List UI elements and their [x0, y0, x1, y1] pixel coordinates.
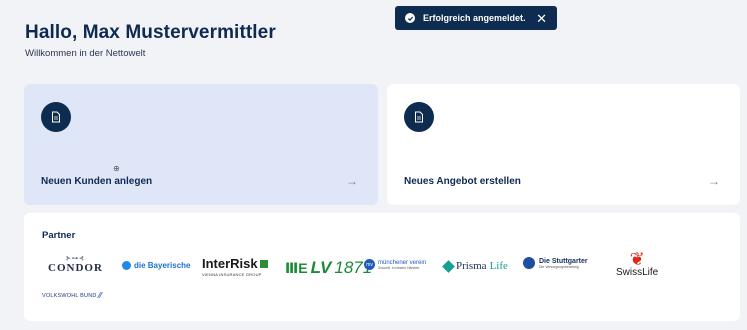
toast-message: Erfolgreich angemeldet.: [423, 13, 526, 23]
prisma-mark-icon: [442, 259, 455, 273]
swisslife-logo[interactable]: ❦ SwissLife: [616, 250, 658, 278]
stuttgarter-mark-icon: [523, 257, 535, 269]
card-label: Neuen Kunden anlegen: [41, 176, 153, 187]
muenchener-verein-logo[interactable]: mv münchener verein Zukunft. In besten H…: [364, 259, 426, 270]
partner-heading: Partner: [42, 230, 76, 241]
close-icon[interactable]: ✕: [536, 12, 547, 25]
arrow-right-icon: →: [346, 174, 358, 188]
document-icon: [41, 102, 71, 132]
logo-text: Prisma: [456, 260, 487, 272]
swisslife-mark-icon: ❦: [629, 249, 645, 269]
logo-text: Die Stuttgarter: [539, 257, 588, 265]
logo-text: SwissLife: [616, 267, 659, 278]
new-customer-card[interactable]: ⊕ Neuen Kunden anlegen →: [24, 84, 378, 205]
check-circle-icon: [405, 13, 415, 23]
logo-text: LV: [310, 258, 332, 277]
card-label: Neues Angebot erstellen: [404, 176, 521, 187]
mv-mark-icon: mv: [364, 259, 375, 270]
lv-mark-icon: ⅢE: [285, 259, 308, 276]
partner-section: Partner ⊱⊶⊰ CONDOR die Bayerische InterR…: [24, 213, 740, 321]
logo-text: CONDOR: [48, 262, 103, 274]
page-subtitle: Willkommen in der Nettowelt: [25, 48, 146, 59]
prismalife-logo[interactable]: Prisma Life: [442, 259, 508, 273]
interrisk-logo[interactable]: InterRisk VIENNA INSURANCE GROUP: [202, 256, 268, 277]
document-icon: [404, 102, 434, 132]
arrow-right-icon: →: [708, 174, 720, 188]
new-offer-card[interactable]: Neues Angebot erstellen →: [387, 84, 740, 205]
success-toast: Erfolgreich angemeldet. ✕: [395, 6, 557, 30]
logo-text: VOLKSWOHL BUND: [42, 292, 97, 299]
bayerische-mark-icon: [122, 261, 131, 270]
interrisk-mark-icon: [259, 259, 268, 268]
logo-subtext: Zukunft. In besten Händen.: [378, 265, 421, 270]
page-title: Hallo, Max Mustervermittler: [25, 22, 276, 43]
lv1871-logo[interactable]: ⅢE LV 1871: [285, 258, 372, 278]
dashboard-page: Hallo, Max Mustervermittler Willkommen i…: [0, 0, 747, 330]
condor-wing-icon: ⊱⊶⊰: [65, 256, 85, 262]
logo-accent: Life: [489, 260, 508, 272]
die-stuttgarter-logo[interactable]: Die Stuttgarter Die Versorgungsberatung: [523, 257, 588, 269]
greeting-header: Hallo, Max Mustervermittler Willkommen i…: [25, 22, 276, 59]
cursor-icon: ⊕: [113, 164, 120, 173]
volkswohl-mark-icon: ⁄⁄: [98, 291, 102, 300]
volkswohl-bund-logo[interactable]: VOLKSWOHL BUND ⁄⁄: [42, 291, 102, 300]
die-bayerische-logo[interactable]: die Bayerische: [122, 261, 190, 270]
logo-text: die Bayerische: [134, 261, 191, 270]
logo-subtext: VIENNA INSURANCE GROUP: [202, 272, 262, 277]
logo-text: InterRisk: [202, 256, 258, 271]
logo-subtext: Die Versorgungsberatung: [539, 264, 579, 269]
condor-logo[interactable]: ⊱⊶⊰ CONDOR: [48, 255, 103, 274]
